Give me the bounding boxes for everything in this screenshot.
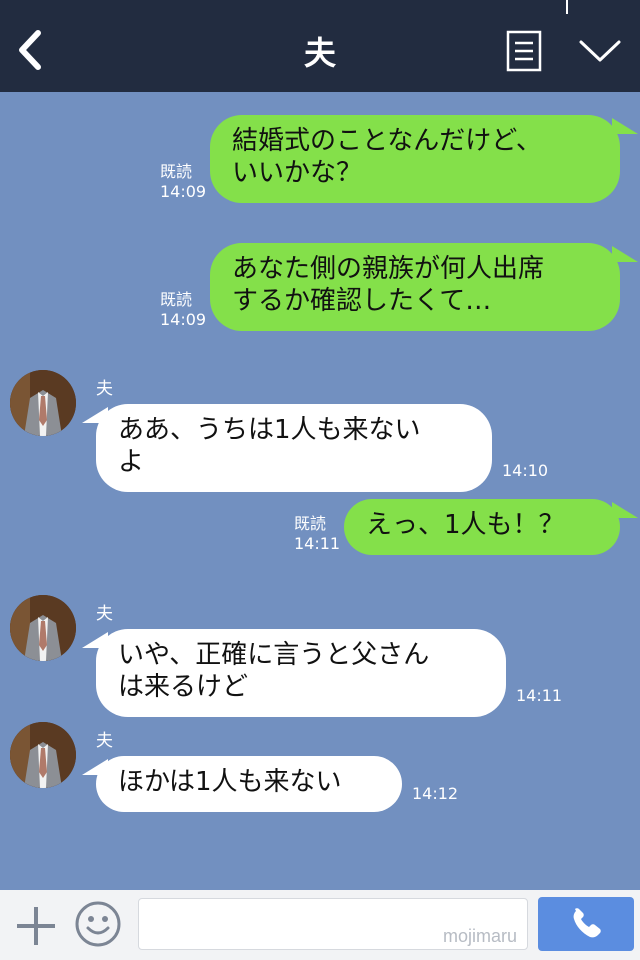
message-line: いや、正確に言うと父さん bbox=[118, 640, 430, 670]
message-2-status: 既読 14:09 bbox=[160, 290, 206, 330]
message-line: 結婚式のことなんだけど、 bbox=[232, 126, 542, 156]
message-line: いいかな？ bbox=[232, 158, 363, 188]
message-4-bubble[interactable]: えっ、1人も！？ bbox=[344, 499, 620, 555]
avatar[interactable] bbox=[10, 722, 76, 788]
menu-list-icon[interactable] bbox=[506, 30, 542, 72]
message-input[interactable]: mojimaru bbox=[138, 898, 528, 950]
avatar[interactable] bbox=[10, 595, 76, 661]
chevron-down-icon[interactable] bbox=[578, 36, 622, 66]
sender-name: 夫 bbox=[96, 731, 113, 751]
message-4-status: 既読 14:11 bbox=[294, 514, 340, 554]
message-time: 14:09 bbox=[160, 182, 207, 201]
message-time: 14:11 bbox=[294, 534, 341, 553]
phone-icon bbox=[573, 908, 601, 938]
sender-name: 夫 bbox=[96, 604, 113, 624]
chat-header: 夫 bbox=[0, 0, 640, 92]
message-line: ほかは1人も来ない bbox=[118, 767, 342, 797]
message-line: えっ、1人も！？ bbox=[366, 510, 565, 540]
message-5-bubble[interactable]: いや、正確に言うと父さん は来るけど bbox=[96, 629, 506, 717]
chat-area[interactable]: 既読 14:09 結婚式のことなんだけど、 いいかな？ 既読 14:09 あなた… bbox=[0, 92, 640, 890]
chat-title: 夫 bbox=[303, 34, 336, 72]
read-receipt: 既読 bbox=[160, 162, 193, 181]
message-2-bubble[interactable]: あなた側の親族が何人出席 するか確認したくて… bbox=[210, 243, 620, 331]
read-receipt: 既読 bbox=[160, 290, 193, 309]
message-line: するか確認したくて… bbox=[232, 286, 492, 316]
read-receipt: 既読 bbox=[294, 514, 327, 533]
sender-name: 夫 bbox=[96, 379, 113, 399]
message-time: 14:12 bbox=[412, 784, 459, 803]
plus-icon[interactable] bbox=[14, 904, 58, 948]
bubble-tail bbox=[82, 407, 108, 423]
message-3-bubble[interactable]: ああ、うちは1人も来ない よ bbox=[96, 404, 492, 492]
message-time: 14:11 bbox=[516, 686, 563, 705]
bubble-tail bbox=[82, 632, 108, 648]
message-1-status: 既読 14:09 bbox=[160, 162, 206, 202]
header-divider bbox=[566, 0, 568, 14]
call-button[interactable] bbox=[538, 897, 634, 951]
emoji-icon[interactable] bbox=[74, 900, 122, 948]
avatar-photo-icon bbox=[10, 595, 76, 661]
bubble-tail bbox=[612, 246, 638, 262]
message-line: よ bbox=[118, 447, 145, 477]
avatar-photo-icon bbox=[10, 722, 76, 788]
avatar-photo-icon bbox=[10, 370, 76, 436]
bubble-tail bbox=[612, 118, 638, 134]
avatar[interactable] bbox=[10, 370, 76, 436]
message-line: ああ、うちは1人も来ない bbox=[118, 415, 421, 445]
message-time: 14:09 bbox=[160, 310, 207, 329]
message-line: は来るけど bbox=[118, 672, 249, 702]
message-time: 14:10 bbox=[502, 461, 549, 480]
bubble-tail bbox=[82, 759, 108, 775]
bubble-tail bbox=[612, 502, 638, 518]
watermark-text: mojimaru bbox=[442, 926, 517, 946]
message-6-bubble[interactable]: ほかは1人も来ない bbox=[96, 756, 402, 812]
message-1-bubble[interactable]: 結婚式のことなんだけど、 いいかな？ bbox=[210, 115, 620, 203]
message-line: あなた側の親族が何人出席 bbox=[232, 254, 545, 284]
